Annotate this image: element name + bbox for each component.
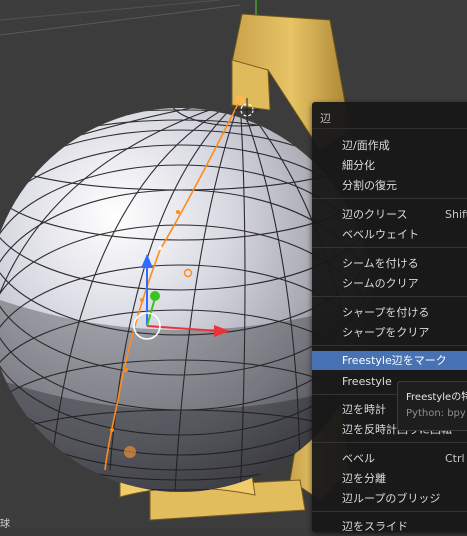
menu-item-bevel[interactable]: ベベル Ctrl [312, 449, 467, 468]
menu-divider [312, 128, 467, 129]
menu-divider [312, 247, 467, 248]
menu-item-label: 分割の復元 [342, 179, 397, 192]
menu-item-label: Freestyle [342, 375, 392, 388]
menu-item-label: ベベルウェイト [342, 228, 419, 241]
menu-item-mark-freestyle-edge[interactable]: Freestyle辺をマーク [312, 351, 467, 370]
menu-item-clear-seam[interactable]: シームのクリア [312, 274, 467, 293]
menu-item-shortcut: Shift [445, 208, 467, 221]
menu-item-new-edge-face[interactable]: 辺/面作成 [312, 136, 467, 155]
edge-context-menu: 辺 辺/面作成 細分化 分割の復元 辺のクリース Shift ベベルウェイト シー… [312, 102, 467, 533]
menu-item-edge-crease[interactable]: 辺のクリース Shift [312, 205, 467, 224]
menu-item-label: 辺/面作成 [342, 139, 390, 152]
menu-item-mark-seam[interactable]: シームを付ける [312, 254, 467, 273]
menu-item-subdivide[interactable]: 細分化 [312, 156, 467, 175]
menu-divider [312, 198, 467, 199]
menu-item-mark-sharp[interactable]: シャープを付ける [312, 303, 467, 322]
menu-item-label: 辺をスライド [342, 520, 408, 533]
menu-item-label: Freestyle辺をマーク [342, 354, 447, 367]
menu-divider [312, 511, 467, 512]
menu-item-label: シームを付ける [342, 257, 419, 270]
menu-item-bridge-edge-loops[interactable]: 辺ループのブリッジ [312, 489, 467, 508]
menu-item-label: シャープを付ける [342, 306, 430, 319]
menu-item-unsubdivide[interactable]: 分割の復元 [312, 176, 467, 195]
menu-item-label: 細分化 [342, 159, 375, 172]
menu-item-shortcut: Ctrl [445, 452, 465, 465]
menu-divider [312, 296, 467, 297]
menu-item-label: 辺ループのブリッジ [342, 492, 441, 505]
menu-title: 辺 [320, 112, 331, 125]
menu-item-label: 辺を分離 [342, 472, 386, 485]
menu-item-label: 辺のクリース [342, 208, 408, 221]
menu-tooltip: Freestyleの特 Python: bpy [397, 381, 467, 431]
menu-divider [312, 442, 467, 443]
menu-divider [312, 345, 467, 346]
menu-item-label: シャープをクリア [342, 326, 430, 339]
tooltip-python-path: Python: bpy [406, 408, 466, 419]
menu-item-label: ベベル [342, 452, 375, 465]
menu-item-bevel-weight[interactable]: ベベルウェイト [312, 225, 467, 244]
tooltip-title: Freestyleの特 [406, 392, 467, 403]
menu-item-edge-split[interactable]: 辺を分離 [312, 469, 467, 488]
menu-item-label: シームのクリア [342, 277, 419, 290]
menu-item-clear-sharp[interactable]: シャープをクリア [312, 323, 467, 342]
menu-item-edge-slide[interactable]: 辺をスライド [312, 517, 467, 536]
menu-item-label: 辺を時計 [342, 403, 386, 416]
